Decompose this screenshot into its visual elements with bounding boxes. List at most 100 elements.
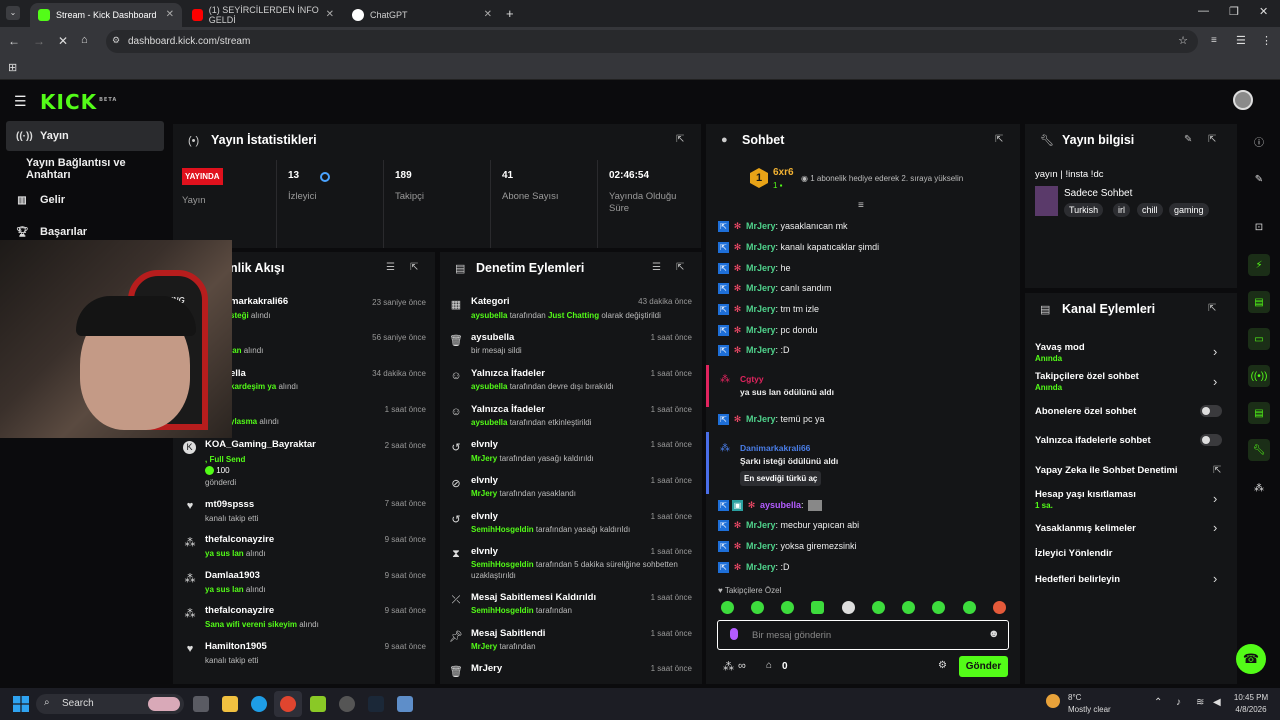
list-icon[interactable]: ▤ bbox=[1248, 402, 1270, 424]
maximize-icon[interactable]: ❐ bbox=[1229, 5, 1239, 18]
emote-icon[interactable] bbox=[872, 601, 885, 614]
sidebar-item-stream-key[interactable]: Yayın Bağlantısı ve Anahtarı bbox=[6, 154, 164, 184]
broadcast-icon[interactable]: ((•)) bbox=[1248, 365, 1270, 387]
slow-mode-label[interactable]: Yavaş mod bbox=[1035, 342, 1085, 353]
close-icon[interactable]: ✕ bbox=[166, 9, 174, 20]
avatar[interactable] bbox=[1233, 90, 1253, 110]
emote-icon[interactable] bbox=[993, 601, 1006, 614]
gift-icon[interactable]: ⌂ bbox=[766, 660, 772, 671]
chat-input[interactable]: Bir mesaj gönderin ☻ bbox=[717, 620, 1009, 650]
stop-loading-icon[interactable]: ✕ bbox=[58, 34, 68, 48]
chat-username[interactable]: MrJery bbox=[746, 221, 776, 231]
minimize-icon[interactable]: — bbox=[1198, 5, 1209, 17]
emote-icon[interactable] bbox=[721, 601, 734, 614]
external-link-icon[interactable]: ⇱ bbox=[1213, 465, 1221, 476]
emote-icon[interactable] bbox=[781, 601, 794, 614]
pencil-icon[interactable]: ✎ bbox=[1184, 134, 1192, 145]
site-settings-icon[interactable]: ⚙ bbox=[112, 35, 120, 46]
emote-icon[interactable] bbox=[902, 601, 915, 614]
url-field[interactable]: ⚙ dashboard.kick.com/stream ☆ bbox=[106, 30, 1198, 53]
bookmark-star-icon[interactable]: ☆ bbox=[1178, 34, 1188, 47]
chat-username[interactable]: MrJery bbox=[746, 283, 776, 293]
followers-only-chat-label[interactable]: Takipçilere özel sohbet bbox=[1035, 371, 1139, 382]
clock-date[interactable]: 4/8/2026 bbox=[1232, 705, 1270, 714]
filter-icon[interactable]: ☰ bbox=[652, 262, 661, 273]
profile-icon[interactable]: ☰ bbox=[1236, 34, 1246, 47]
taskbar-search[interactable]: ⌕ Search bbox=[36, 694, 184, 714]
banned-words-label[interactable]: Yasaklanmış kelimeler bbox=[1035, 523, 1136, 534]
info-icon[interactable]: ⓘ bbox=[1248, 130, 1270, 152]
chat-username[interactable]: aysubella bbox=[760, 500, 801, 510]
chevron-right-icon[interactable]: › bbox=[1213, 520, 1217, 535]
reward-username[interactable]: Danimarkakrali66 bbox=[740, 443, 810, 453]
reward-icon[interactable]: ⁂ bbox=[723, 660, 734, 673]
chat-username[interactable]: MrJery bbox=[746, 414, 776, 424]
popout-icon[interactable]: ⇱ bbox=[1208, 134, 1216, 145]
tag-chip[interactable]: Turkish bbox=[1064, 203, 1104, 217]
popout-icon[interactable]: ⇱ bbox=[995, 134, 1003, 145]
back-icon[interactable]: ← bbox=[8, 34, 20, 48]
wrench-icon[interactable]: 🔧︎ bbox=[1248, 439, 1270, 461]
tab-search-icon[interactable]: ⌄ bbox=[6, 6, 20, 20]
emotes-only-toggle[interactable] bbox=[1200, 434, 1222, 446]
help-support-icon[interactable]: ☎ bbox=[1236, 644, 1266, 674]
close-icon[interactable]: ✕ bbox=[326, 9, 334, 20]
chrome-icon[interactable] bbox=[280, 696, 296, 712]
weather-icon[interactable] bbox=[1046, 694, 1060, 708]
ai-moderation-label[interactable]: Yapay Zeka ile Sohbet Denetimi bbox=[1035, 465, 1178, 476]
reward-icon[interactable]: ⁂ bbox=[1248, 477, 1270, 499]
document-icon[interactable]: ▤ bbox=[1248, 291, 1270, 313]
popout-icon[interactable]: ⇱ bbox=[676, 262, 684, 273]
emote-icon[interactable] bbox=[751, 601, 764, 614]
emote-icon[interactable] bbox=[963, 601, 976, 614]
top-gifter-name[interactable]: 6xr6 bbox=[773, 167, 794, 178]
reward-username[interactable]: Cgtyy bbox=[740, 374, 764, 384]
tag-chip[interactable]: chill bbox=[1137, 203, 1163, 217]
tab-kick-dashboard[interactable]: Stream - Kick Dashboard ✕ bbox=[30, 3, 182, 27]
chat-username[interactable]: MrJery bbox=[746, 325, 776, 335]
filter-icon[interactable]: ☰ bbox=[386, 262, 395, 273]
microphone-icon[interactable] bbox=[730, 628, 738, 640]
category-name[interactable]: Sadece Sohbet bbox=[1064, 188, 1132, 199]
home-icon[interactable]: ⌂ bbox=[81, 34, 88, 46]
emote-icon[interactable] bbox=[932, 601, 945, 614]
wifi-icon[interactable]: ≋ bbox=[1196, 697, 1204, 708]
obs-icon[interactable] bbox=[339, 696, 355, 712]
app-icon[interactable] bbox=[397, 696, 413, 712]
menu-icon[interactable]: ⋮ bbox=[1261, 34, 1272, 47]
microphone-icon[interactable]: ♪ bbox=[1176, 697, 1181, 708]
chevron-right-icon[interactable]: › bbox=[1213, 571, 1217, 586]
screen-capture-icon[interactable]: ⊡ bbox=[1248, 216, 1270, 238]
chat-username[interactable]: MrJery bbox=[746, 304, 776, 314]
popout-icon[interactable]: ⇱ bbox=[676, 134, 684, 145]
popout-icon[interactable]: ⇱ bbox=[1208, 303, 1216, 314]
tag-chip[interactable]: irl bbox=[1113, 203, 1130, 217]
infinity-icon[interactable]: ∞ bbox=[738, 660, 746, 672]
chat-username[interactable]: MrJery bbox=[746, 263, 776, 273]
volume-icon[interactable]: ◀ bbox=[1213, 697, 1221, 708]
kick-logo[interactable]: KICK BETA bbox=[40, 90, 117, 114]
sidebar-item-revenue[interactable]: ▥ Gelir bbox=[6, 185, 164, 215]
clock-time[interactable]: 10:45 PM bbox=[1232, 693, 1270, 702]
app-icon[interactable] bbox=[310, 696, 326, 712]
new-tab-button[interactable]: + bbox=[506, 6, 514, 21]
chat-bubble-icon[interactable]: ▭ bbox=[1248, 328, 1270, 350]
sidebar-item-stream[interactable]: ((·)) Yayın bbox=[6, 121, 164, 151]
chevron-right-icon[interactable]: › bbox=[1213, 491, 1217, 506]
extensions-icon[interactable]: ≡ bbox=[1211, 35, 1217, 46]
chevron-right-icon[interactable]: › bbox=[1213, 374, 1217, 389]
chat-username[interactable]: MrJery bbox=[746, 345, 776, 355]
set-goals-label[interactable]: Hedefleri belirleyin bbox=[1035, 574, 1120, 585]
lightning-icon[interactable]: ⚡︎ bbox=[1248, 254, 1270, 276]
chat-username[interactable]: MrJery bbox=[746, 242, 776, 252]
chevron-right-icon[interactable]: › bbox=[1213, 344, 1217, 359]
gear-icon[interactable]: ⚙ bbox=[938, 660, 947, 671]
raid-label[interactable]: İzleyici Yönlendir bbox=[1035, 548, 1112, 559]
tab-youtube[interactable]: (1) SEYİRCİLERDEN İNFO GELDİ ✕ bbox=[184, 3, 342, 27]
send-button[interactable]: Gönder bbox=[959, 656, 1008, 677]
file-explorer-icon[interactable] bbox=[222, 696, 238, 712]
account-age-label[interactable]: Hesap yaşı kısıtlaması bbox=[1035, 489, 1136, 500]
hamburger-menu-icon[interactable]: ☰ bbox=[14, 93, 27, 110]
chat-username[interactable]: MrJery bbox=[746, 520, 776, 530]
chevron-up-icon[interactable]: ⌃ bbox=[1154, 697, 1162, 708]
